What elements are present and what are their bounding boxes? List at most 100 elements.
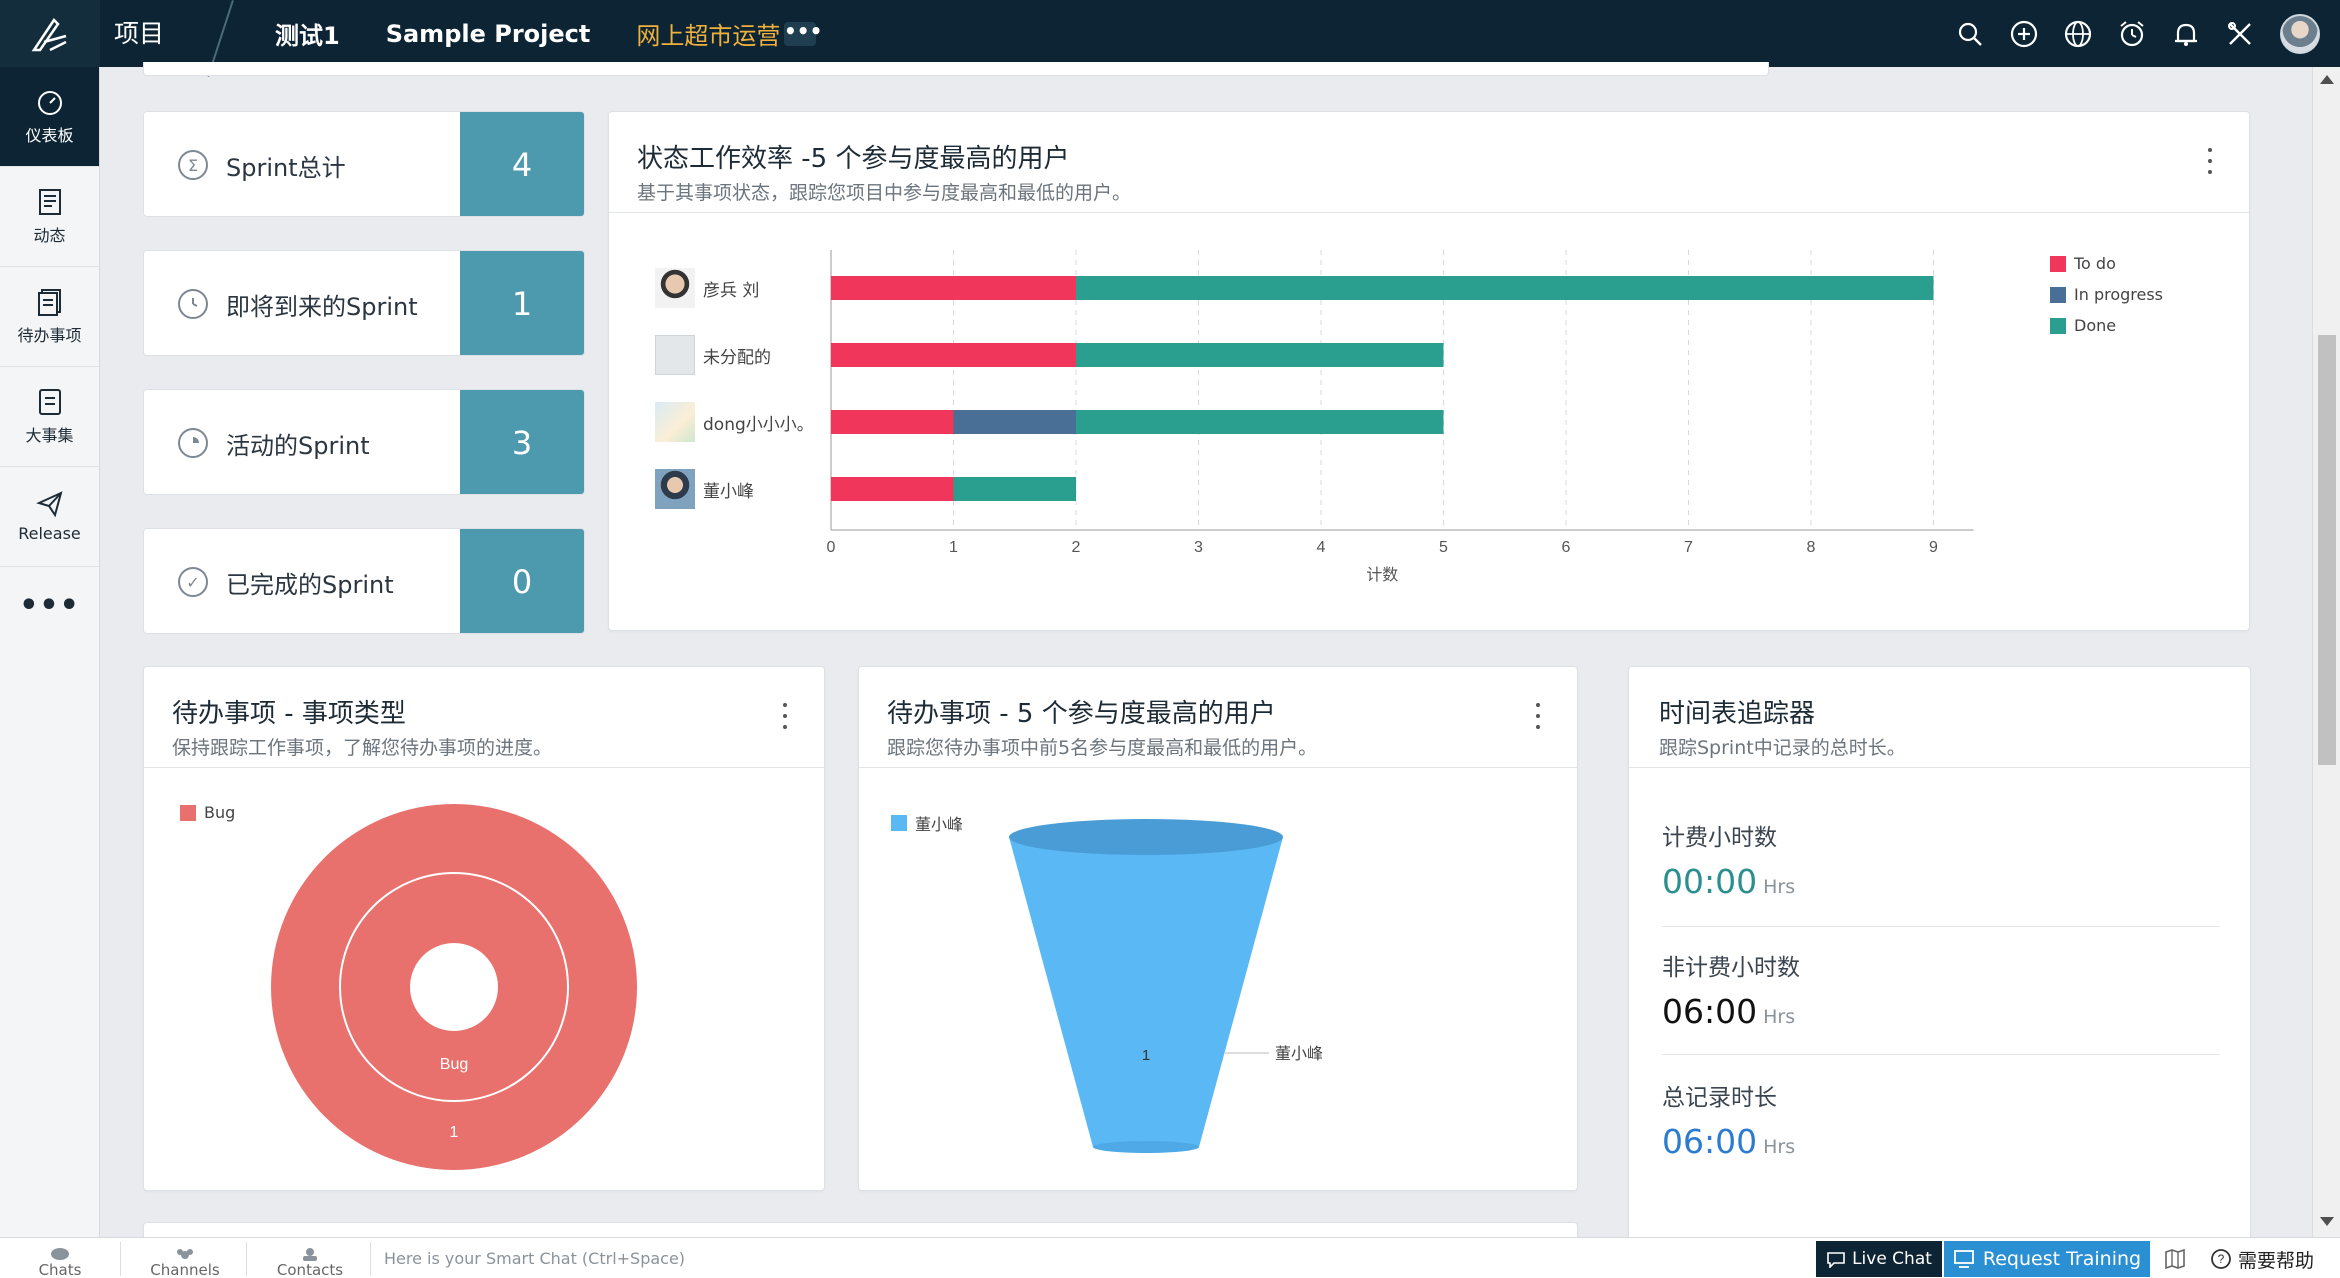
status-chart-legend: To do In progress Done: [2050, 254, 2163, 335]
bar-segment[interactable]: [831, 343, 1076, 367]
sidebar-item-label: Release: [18, 524, 81, 543]
scroll-up-icon[interactable]: [2320, 75, 2334, 84]
stat-card-upcoming-sprints[interactable]: 即将到来的Sprint 1: [143, 250, 585, 356]
legend-label: 董小峰: [915, 815, 964, 834]
stat-card-total-sprints[interactable]: Σ Sprint总计 4: [143, 111, 585, 217]
sidebar-item-label: 动态: [33, 225, 66, 245]
user-name: 彦兵 刘: [703, 280, 760, 301]
time-unit: Hrs: [1763, 1006, 1796, 1028]
bar-segment[interactable]: [831, 477, 954, 501]
backlog-type-card: 待办事项 - 事项类型 保持跟踪工作事项，了解您待办事项的进度。 Bug Bug…: [143, 666, 825, 1191]
backlog-type-donut-chart: Bug 1: [271, 804, 637, 1170]
more-projects-button[interactable]: •••: [784, 21, 822, 46]
scrollbar-thumb[interactable]: [2318, 335, 2336, 765]
legend-item-user[interactable]: 董小峰: [891, 811, 963, 835]
stat-value: 1: [460, 251, 584, 355]
bar-segment[interactable]: [953, 477, 1077, 501]
bar-segment[interactable]: [831, 276, 1076, 300]
globe-icon[interactable]: [2064, 20, 2092, 48]
sidebar-more-button[interactable]: •••: [0, 567, 99, 643]
legend-item-done[interactable]: Done: [2050, 316, 2163, 335]
card-title: 待办事项 - 事项类型: [172, 699, 406, 729]
chart-user-row: 董小峰: [655, 469, 754, 509]
time-value: 06:00: [1662, 1122, 1758, 1161]
timer-icon: [178, 428, 208, 458]
stat-value: 0: [460, 529, 584, 633]
legend-item-todo[interactable]: To do: [2050, 254, 2163, 273]
app-logo[interactable]: [0, 0, 100, 67]
legend-label: Done: [2074, 316, 2117, 335]
live-chat-button[interactable]: Live Chat: [1816, 1241, 1942, 1277]
funnel-top: [1009, 819, 1283, 855]
scroll-down-icon[interactable]: [2320, 1217, 2334, 1226]
legend-label: To do: [2074, 254, 2116, 273]
sidebar-item-epics[interactable]: 大事集: [0, 367, 99, 467]
sidebar-item-release[interactable]: Release: [0, 467, 99, 567]
backlog-type-legend: Bug: [180, 803, 235, 822]
feed-icon: [38, 188, 61, 215]
search-icon[interactable]: [1956, 20, 1984, 48]
funnel-segment[interactable]: [1009, 837, 1283, 1147]
divider: [120, 1242, 121, 1276]
top-actions: [1956, 0, 2320, 67]
alarm-icon[interactable]: [2118, 20, 2146, 48]
chats-button[interactable]: Chats: [30, 1238, 90, 1278]
chat-icon: [51, 1248, 69, 1260]
card-menu-button[interactable]: [780, 703, 790, 729]
user-avatar: [655, 268, 695, 308]
project-tabs: 测试1 Sample Project 网上超市运营: [275, 0, 780, 67]
contacts-button[interactable]: Contacts: [270, 1238, 350, 1278]
tools-icon[interactable]: [2226, 20, 2254, 48]
x-tick-label: 6: [1562, 539, 1571, 556]
top-partial-card: [143, 62, 1769, 76]
bar-segment[interactable]: [831, 410, 954, 434]
bar-segment[interactable]: [1076, 276, 1934, 300]
training-icon: [1953, 1250, 1974, 1268]
divider: [246, 1242, 247, 1276]
funnel-series-label: 董小峰: [1275, 1044, 1323, 1063]
tab-sample-project[interactable]: Sample Project: [386, 20, 591, 48]
legend-item-in-progress[interactable]: In progress: [2050, 285, 2163, 304]
sidebar-item-feed[interactable]: 动态: [0, 167, 99, 267]
tab-test1[interactable]: 测试1: [275, 16, 340, 51]
live-chat-label: Live Chat: [1852, 1249, 1932, 1269]
bell-icon[interactable]: [2172, 20, 2200, 48]
map-icon[interactable]: [2164, 1248, 2186, 1270]
time-label: 计费小时数: [1662, 825, 1777, 851]
request-training-button[interactable]: Request Training: [1944, 1241, 2150, 1277]
legend-item-bug[interactable]: Bug: [180, 803, 235, 822]
channels-button[interactable]: Channels: [145, 1238, 225, 1278]
stat-label-text: 活动的Sprint: [226, 431, 370, 460]
smart-chat-input[interactable]: Here is your Smart Chat (Ctrl+Space): [384, 1238, 685, 1278]
sidebar-item-backlog[interactable]: 待办事项: [0, 267, 99, 367]
tab-online-supermarket[interactable]: 网上超市运营: [636, 16, 780, 51]
need-help-button[interactable]: ? 需要帮助: [2210, 1241, 2314, 1277]
backlog-users-card: 待办事项 - 5 个参与度最高的用户 跟踪您待办事项中前5名参与度最高和最低的用…: [858, 666, 1578, 1191]
time-value: 06:00: [1662, 992, 1758, 1031]
add-icon[interactable]: [2010, 20, 2038, 48]
card-title: 待办事项 - 5 个参与度最高的用户: [887, 699, 1276, 729]
stat-card-completed-sprints[interactable]: ✓ 已完成的Sprint 0: [143, 528, 585, 634]
release-icon: [35, 491, 63, 518]
x-tick-label: 4: [1317, 539, 1326, 556]
time-unit: Hrs: [1763, 1136, 1796, 1158]
time-value-row: 06:00 Hrs: [1662, 1122, 1795, 1161]
legend-swatch: [2050, 317, 2066, 334]
divider: [370, 1242, 371, 1276]
backlog-users-funnel-chart: 1 董小峰: [1009, 819, 1323, 1153]
stat-card-active-sprints[interactable]: 活动的Sprint 3: [143, 389, 585, 495]
vertical-scrollbar[interactable]: [2312, 67, 2340, 1237]
bar-segment[interactable]: [953, 410, 1077, 434]
sidebar-item-dashboard[interactable]: 仪表板: [0, 67, 99, 167]
bar-segment[interactable]: [1076, 410, 1444, 434]
stat-value: 3: [460, 390, 584, 494]
card-menu-button[interactable]: [2205, 148, 2215, 174]
card-menu-button[interactable]: [1533, 703, 1543, 729]
epic-icon: [38, 388, 61, 415]
time-divider: [1662, 926, 2220, 927]
user-avatar[interactable]: [2280, 13, 2320, 54]
bar-segment[interactable]: [1076, 343, 1444, 367]
time-unit: Hrs: [1763, 876, 1796, 898]
projects-menu[interactable]: 项目: [114, 0, 164, 67]
stat-label: 活动的Sprint: [178, 390, 370, 494]
